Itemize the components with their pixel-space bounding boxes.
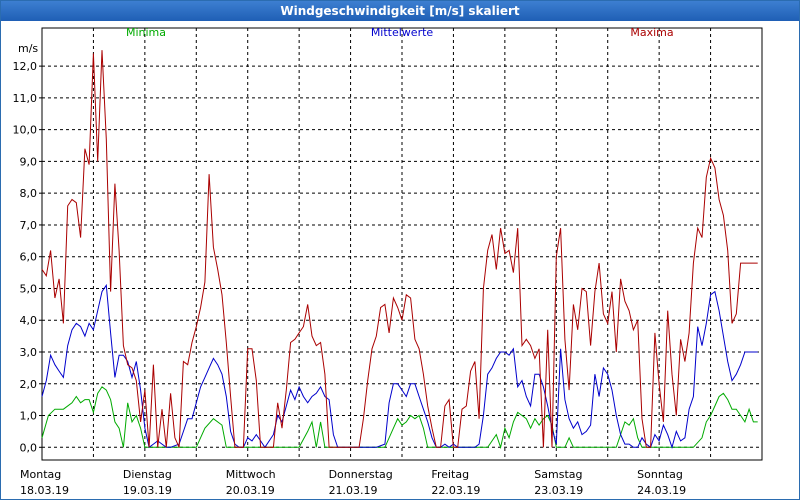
date-label: 21.03.19 (329, 484, 378, 497)
day-label: Samstag (534, 468, 582, 481)
y-tick-label: 9,0 (20, 155, 38, 168)
day-label: Dienstag (123, 468, 172, 481)
day-label: Freitag (431, 468, 469, 481)
y-tick-label: 7,0 (20, 219, 38, 232)
legend-minima: Minima (126, 26, 166, 39)
legend-mittelwerte: Mittelwerte (371, 26, 434, 39)
y-tick-label: 1,0 (20, 410, 38, 423)
day-label: Donnerstag (329, 468, 393, 481)
y-tick-label: 11,0 (13, 92, 38, 105)
x-axis-ticks: Montag 18.03.19 Dienstag 19.03.19 Mittwoch 20… (20, 468, 686, 497)
series-lines (41, 50, 758, 450)
y-axis-unit-label: m/s (18, 42, 38, 55)
y-tick-label: 6,0 (20, 251, 38, 264)
date-label: 19.03.19 (123, 484, 172, 497)
date-label: 23.03.19 (534, 484, 583, 497)
y-tick-label: 8,0 (20, 187, 38, 200)
y-axis-ticks: 0,0 1,0 2,0 3,0 4,0 5,0 6,0 7,0 8,0 9,0 10,0 11,0 12… (13, 60, 42, 454)
grid (42, 28, 762, 460)
y-tick-label: 0,0 (20, 441, 38, 454)
date-label: 18.03.19 (20, 484, 69, 497)
y-tick-label: 12,0 (13, 60, 38, 73)
legend-maxima: Maxima (630, 26, 673, 39)
y-tick-label: 5,0 (20, 282, 38, 295)
date-label: 24.03.19 (637, 484, 686, 497)
y-tick-label: 10,0 (13, 124, 38, 137)
day-label: Mittwoch (226, 468, 276, 481)
day-label: Sonntag (637, 468, 683, 481)
y-tick-label: 2,0 (20, 378, 38, 391)
series-line-mittelwerte (41, 283, 758, 450)
y-tick-label: 3,0 (20, 346, 38, 359)
date-label: 22.03.19 (431, 484, 480, 497)
wind-speed-chart: 0,0 1,0 2,0 3,0 4,0 5,0 6,0 7,0 8,0 9,0 10,0 11,0 12… (13, 26, 763, 497)
y-tick-label: 4,0 (20, 314, 38, 327)
date-label: 20.03.19 (226, 484, 275, 497)
day-label: Montag (20, 468, 61, 481)
